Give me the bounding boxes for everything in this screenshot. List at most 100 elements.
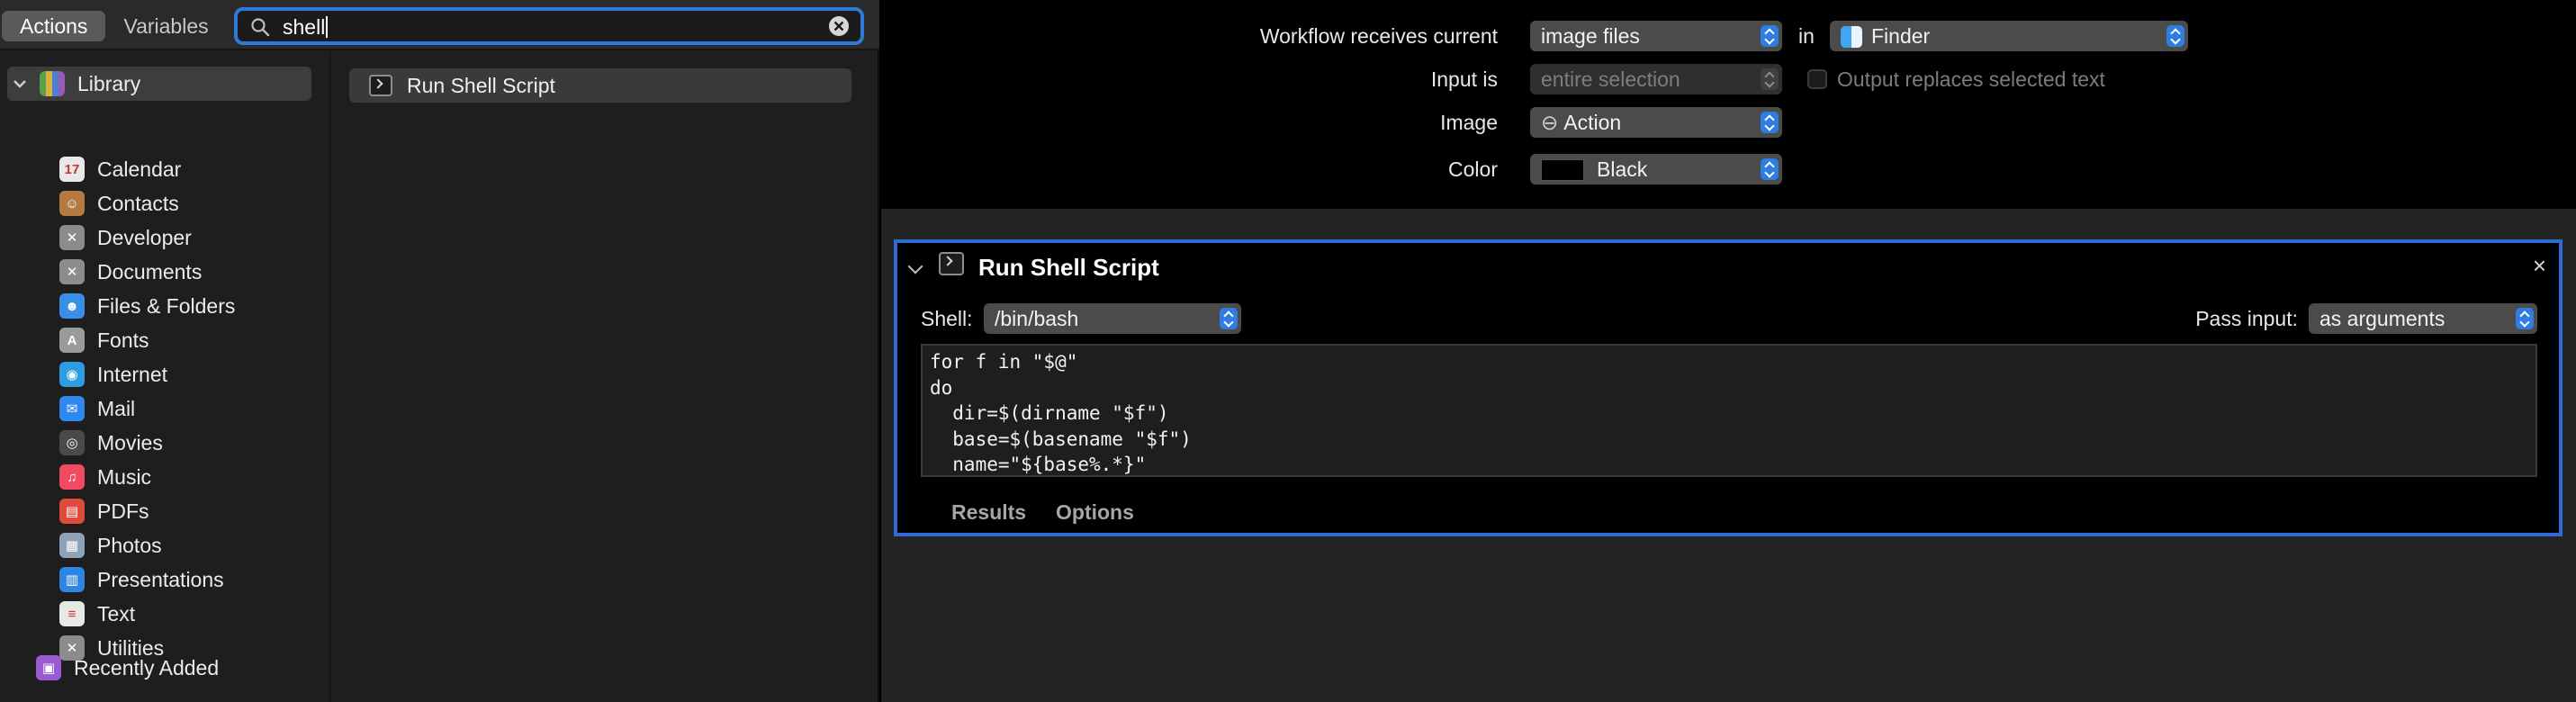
color-label: Color: [1448, 158, 1498, 181]
sidebar-item-contacts[interactable]: ☺ Contacts: [59, 187, 179, 220]
output-replaces-checkbox: [1807, 69, 1827, 89]
library-root-item[interactable]: Library: [7, 67, 311, 101]
close-icon[interactable]: ×: [2533, 252, 2546, 280]
output-replaces-label: Output replaces selected text: [1837, 68, 2105, 91]
search-icon: [251, 18, 270, 37]
input-is-label: Input is: [1430, 68, 1498, 91]
shell-value: /bin/bash: [995, 307, 1079, 330]
input-is-value: entire selection: [1541, 68, 1680, 91]
sidebar-item-text[interactable]: ≡ Text: [59, 598, 135, 630]
smart-folder-icon: ▣: [36, 655, 61, 680]
sidebar-item-label: Photos: [97, 533, 162, 557]
search-result-run-shell-script[interactable]: Run Shell Script: [349, 68, 851, 103]
application-value: Finder: [1871, 24, 1931, 48]
stepper-icon: [1761, 158, 1779, 180]
clear-search-icon[interactable]: [828, 15, 850, 37]
image-label: Image: [1440, 111, 1498, 134]
sidebar-item-photos[interactable]: ▦ Photos: [59, 529, 162, 562]
image-value: Action: [1563, 111, 1622, 134]
library-panel: Actions Variables shell Library 17 Calend…: [0, 0, 879, 702]
application-popup[interactable]: Finder: [1830, 21, 2188, 51]
library-books-icon: [40, 71, 65, 96]
internet-icon: ◉: [59, 362, 85, 387]
workflow-area: Workflow receives current image files in…: [881, 0, 2576, 702]
text-icon: ≡: [59, 601, 85, 626]
sidebar-item-files-folders[interactable]: ☻ Files & Folders: [59, 290, 235, 322]
image-popup[interactable]: ⊖ Action: [1530, 107, 1782, 138]
stepper-icon: [1761, 25, 1779, 47]
sidebar-item-label: Recently Added: [74, 655, 220, 680]
color-popup[interactable]: Black: [1530, 154, 1782, 184]
shell-popup[interactable]: /bin/bash: [984, 303, 1241, 334]
fonts-icon: A: [59, 328, 85, 353]
sidebar-item-presentations[interactable]: ▥ Presentations: [59, 563, 224, 596]
in-label: in: [1798, 24, 1815, 48]
library-root-label: Library: [77, 71, 141, 95]
collapse-chevron-icon[interactable]: [907, 258, 923, 274]
receives-value: image files: [1541, 24, 1640, 48]
search-field[interactable]: shell: [234, 7, 864, 45]
pdf-icon: ▤: [59, 499, 85, 524]
sidebar-item-recently-added[interactable]: ▣ Recently Added: [36, 652, 219, 684]
developer-tools-icon: ✕: [59, 225, 85, 250]
stepper-icon: [1761, 112, 1779, 133]
presentations-icon: ▥: [59, 567, 85, 592]
action-glyph-icon: ⊖: [1541, 111, 1559, 134]
search-result-label: Run Shell Script: [407, 73, 555, 97]
stepper-icon: [2166, 25, 2184, 47]
sidebar-item-documents[interactable]: ✕ Documents: [59, 256, 202, 288]
photos-icon: ▦: [59, 533, 85, 558]
calendar-icon: 17: [59, 157, 85, 182]
sidebar-item-label: Movies: [97, 430, 163, 454]
tab-actions[interactable]: Actions: [2, 11, 106, 41]
sidebar-item-label: Internet: [97, 362, 167, 386]
sidebar-item-label: Mail: [97, 396, 136, 420]
stepper-icon: [1220, 308, 1238, 329]
sidebar-item-label: Contacts: [97, 191, 179, 215]
sidebar-item-developer[interactable]: ✕ Developer: [59, 221, 192, 254]
stepper-icon: [1761, 68, 1779, 90]
sidebar-item-calendar[interactable]: 17 Calendar: [59, 153, 181, 185]
sidebar-item-fonts[interactable]: A Fonts: [59, 324, 149, 356]
sidebar-item-label: PDFs: [97, 499, 149, 523]
movies-icon: ◎: [59, 430, 85, 455]
sidebar-item-label: Files & Folders: [97, 293, 236, 318]
sidebar-item-movies[interactable]: ◎ Movies: [59, 427, 163, 459]
receives-popup[interactable]: image files: [1530, 21, 1782, 51]
workflow-settings: Workflow receives current image files in…: [881, 0, 2576, 209]
color-value: Black: [1597, 158, 1648, 181]
action-card-run-shell-script[interactable]: Run Shell Script × Shell: /bin/bash Pass…: [894, 239, 2562, 536]
sidebar-item-label: Music: [97, 464, 152, 489]
mail-icon: ✉: [59, 396, 85, 421]
sidebar-item-label: Fonts: [97, 328, 149, 352]
input-is-popup: entire selection: [1530, 64, 1782, 94]
sidebar-item-internet[interactable]: ◉ Internet: [59, 358, 167, 391]
text-caret: [326, 16, 329, 38]
tab-variables[interactable]: Variables: [105, 11, 226, 41]
search-results-list: Run Shell Script: [333, 52, 879, 702]
action-title: Run Shell Script: [978, 254, 1159, 281]
pass-input-label: Pass input:: [2195, 307, 2298, 330]
library-list: Library 17 Calendar ☺ Contacts ✕ Developer ✕ Do…: [0, 52, 331, 702]
chevron-down-icon[interactable]: [13, 76, 27, 91]
receives-label: Workflow receives current: [1259, 24, 1498, 48]
sidebar-item-label: Calendar: [97, 157, 182, 181]
sidebar-item-label: Text: [97, 601, 136, 626]
sidebar-item-mail[interactable]: ✉ Mail: [59, 392, 135, 425]
shell-label: Shell:: [921, 307, 973, 330]
terminal-icon: [369, 75, 392, 96]
actions-variables-segmented-control: Actions Variables: [2, 11, 227, 41]
library-toolbar: Actions Variables shell: [0, 0, 879, 50]
tab-options[interactable]: Options: [1056, 500, 1134, 525]
pass-input-popup[interactable]: as arguments: [2309, 303, 2537, 334]
tab-results[interactable]: Results: [951, 500, 1026, 525]
script-editor[interactable]: for f in "$@" do dir=$(dirname "$f") bas…: [921, 344, 2537, 477]
documents-tools-icon: ✕: [59, 259, 85, 284]
sidebar-item-music[interactable]: ♫ Music: [59, 461, 151, 493]
finder-icon: ☻: [59, 293, 85, 319]
pass-input-value: as arguments: [2319, 307, 2445, 330]
sidebar-item-pdfs[interactable]: ▤ PDFs: [59, 495, 149, 527]
search-input[interactable]: shell: [283, 15, 329, 39]
stepper-icon: [2516, 308, 2534, 329]
sidebar-item-label: Presentations: [97, 567, 224, 591]
